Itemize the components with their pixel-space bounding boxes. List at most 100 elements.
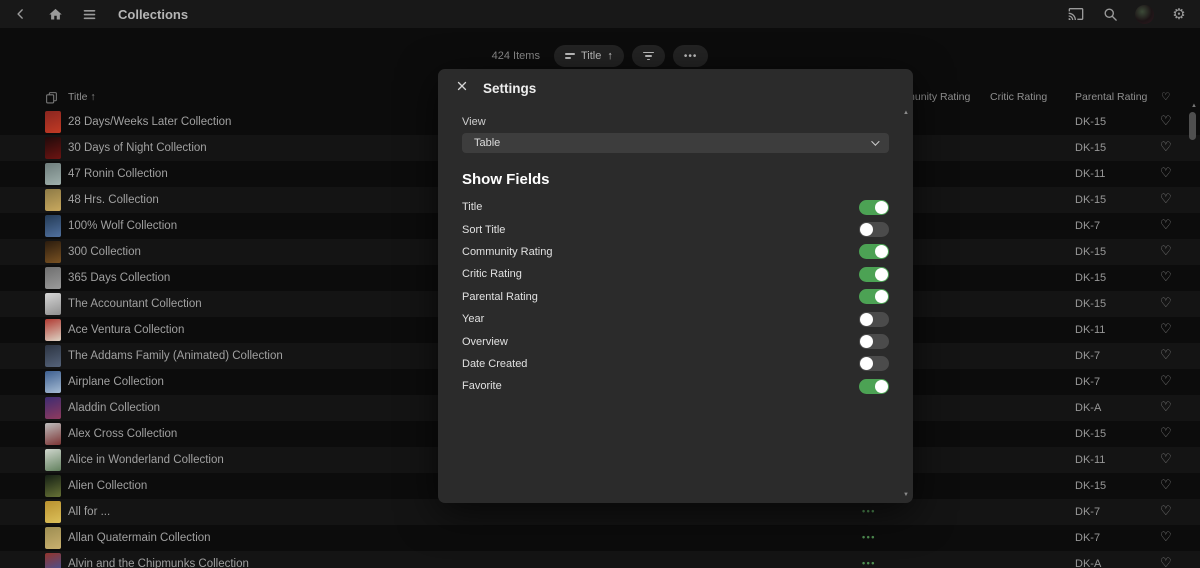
gear-icon: ⚙: [1172, 7, 1185, 22]
dialog-scrollbar-up-icon[interactable]: ▲: [903, 110, 909, 116]
favorite-heart-icon[interactable]: ♡: [1160, 321, 1172, 337]
column-header-parental-rating[interactable]: Parental Rating: [1075, 91, 1147, 103]
collection-title: Ace Ventura Collection: [68, 324, 184, 336]
parental-rating: DK-15: [1075, 480, 1106, 492]
dialog-scrollbar-down-icon[interactable]: ▼: [903, 492, 909, 498]
favorite-heart-icon[interactable]: ♡: [1160, 347, 1172, 363]
parental-rating: DK-A: [1075, 402, 1101, 414]
field-toggle[interactable]: [859, 289, 889, 304]
menu-button[interactable]: [80, 5, 98, 23]
toggle-knob: [860, 223, 873, 236]
view-select[interactable]: Table: [462, 133, 889, 153]
top-bar-right: ⚙: [1067, 5, 1188, 24]
favorite-heart-icon[interactable]: ♡: [1160, 503, 1172, 519]
page-scrollbar-thumb[interactable]: [1189, 112, 1196, 140]
field-toggle-row: Date Created: [462, 353, 889, 375]
cast-button[interactable]: [1067, 5, 1085, 23]
favorite-heart-icon[interactable]: ♡: [1160, 555, 1172, 568]
table-row[interactable]: Alvin and the Chipmunks Collection ••• D…: [0, 551, 1200, 568]
sort-ascending-icon: ↑: [90, 91, 95, 103]
favorite-heart-icon[interactable]: ♡: [1160, 243, 1172, 259]
poster-thumb: [45, 501, 61, 523]
row-more-button[interactable]: •••: [862, 506, 876, 516]
parental-rating: DK-7: [1075, 376, 1100, 388]
page-scrollbar-up-icon[interactable]: ▲: [1191, 103, 1197, 109]
parental-rating: DK-15: [1075, 194, 1106, 206]
field-label: Overview: [462, 336, 508, 348]
collection-title: Allan Quatermain Collection: [68, 532, 211, 544]
favorite-heart-icon[interactable]: ♡: [1160, 425, 1172, 441]
field-toggle[interactable]: [859, 200, 889, 215]
favorite-heart-icon[interactable]: ♡: [1160, 191, 1172, 207]
poster-thumb: [45, 163, 61, 185]
field-toggle[interactable]: [859, 222, 889, 237]
favorite-heart-icon[interactable]: ♡: [1160, 217, 1172, 233]
favorite-heart-icon[interactable]: ♡: [1160, 139, 1172, 155]
parental-rating: DK-15: [1075, 428, 1106, 440]
favorite-heart-icon[interactable]: ♡: [1160, 373, 1172, 389]
field-toggle-row: Title: [462, 196, 889, 218]
collection-title: Airplane Collection: [68, 376, 164, 388]
column-header-critic-rating[interactable]: Critic Rating: [990, 91, 1047, 103]
field-toggle[interactable]: [859, 312, 889, 327]
field-toggle[interactable]: [859, 244, 889, 259]
field-label: Year: [462, 313, 484, 325]
toggle-knob: [875, 380, 888, 393]
field-toggle[interactable]: [859, 267, 889, 282]
parental-rating: DK-11: [1075, 454, 1105, 466]
parental-rating: DK-15: [1075, 272, 1106, 284]
settings-button[interactable]: ⚙: [1170, 5, 1188, 23]
poster-thumb: [45, 423, 61, 445]
parental-rating: DK-7: [1075, 350, 1100, 362]
favorite-heart-icon[interactable]: ♡: [1160, 399, 1172, 415]
field-toggle-row: Parental Rating: [462, 286, 889, 308]
home-button[interactable]: [46, 5, 64, 23]
row-more-button[interactable]: •••: [862, 532, 876, 542]
close-button[interactable]: [455, 81, 469, 95]
toggle-knob: [860, 335, 873, 348]
back-button[interactable]: [12, 5, 30, 23]
filter-button[interactable]: [632, 45, 665, 67]
toggle-knob: [875, 268, 888, 281]
poster-thumb: [45, 319, 61, 341]
multiselect-column-icon[interactable]: [45, 91, 58, 107]
field-label: Favorite: [462, 380, 502, 392]
more-options-button[interactable]: •••: [673, 45, 709, 67]
poster-thumb: [45, 111, 61, 133]
library-toolbar: 424 Items Title ↑ •••: [0, 44, 1200, 68]
collections-page: Collections ⚙ 424 Items Title ↑: [0, 0, 1200, 568]
parental-rating: DK-15: [1075, 298, 1106, 310]
favorite-heart-icon[interactable]: ♡: [1160, 295, 1172, 311]
favorite-heart-icon[interactable]: ♡: [1160, 451, 1172, 467]
field-toggle[interactable]: [859, 334, 889, 349]
table-row[interactable]: Allan Quatermain Collection ••• DK-7 ♡: [0, 525, 1200, 551]
field-toggle[interactable]: [859, 356, 889, 371]
favorite-column-heart-icon[interactable]: ♡: [1161, 91, 1170, 103]
parental-rating: DK-11: [1075, 324, 1105, 336]
collection-title: 47 Ronin Collection: [68, 168, 168, 180]
favorite-heart-icon[interactable]: ♡: [1160, 477, 1172, 493]
row-more-button[interactable]: •••: [862, 558, 876, 568]
field-toggle[interactable]: [859, 379, 889, 394]
search-button[interactable]: [1101, 5, 1119, 23]
toggle-knob: [860, 357, 873, 370]
parental-rating: DK-7: [1075, 532, 1100, 544]
favorite-heart-icon[interactable]: ♡: [1160, 113, 1172, 129]
field-toggle-row: Sort Title: [462, 218, 889, 240]
favorite-heart-icon[interactable]: ♡: [1160, 165, 1172, 181]
collection-title: 48 Hrs. Collection: [68, 194, 159, 206]
chevron-down-icon: [871, 137, 879, 145]
ellipsis-icon: •••: [684, 51, 698, 62]
favorite-heart-icon[interactable]: ♡: [1160, 269, 1172, 285]
sort-button[interactable]: Title ↑: [554, 45, 624, 67]
poster-thumb: [45, 137, 61, 159]
favorite-heart-icon[interactable]: ♡: [1160, 529, 1172, 545]
dialog-body: View Table Show Fields Title Sort Title …: [438, 116, 913, 398]
user-avatar[interactable]: [1135, 5, 1154, 24]
dialog-title: Settings: [483, 81, 536, 96]
page-title: Collections: [118, 7, 188, 22]
search-icon: [1103, 7, 1118, 22]
poster-thumb: [45, 449, 61, 471]
poster-thumb: [45, 189, 61, 211]
column-header-title[interactable]: Title ↑: [68, 91, 96, 103]
